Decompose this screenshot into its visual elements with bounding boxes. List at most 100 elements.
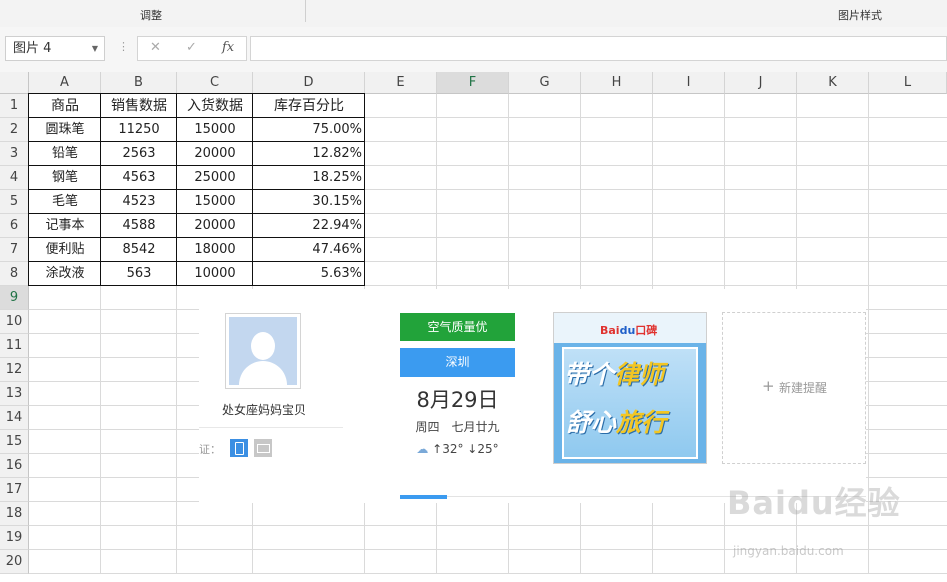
column-header-A[interactable]: A (29, 72, 101, 94)
weather-icon: ☁ (416, 442, 429, 456)
select-all-corner[interactable] (0, 72, 29, 94)
table-cell[interactable]: 12.82% (253, 142, 365, 166)
row-header-3[interactable]: 3 (0, 142, 29, 166)
dropdown-icon[interactable]: ▼ (92, 37, 98, 60)
ad-logo-prefix: Bai (600, 324, 620, 337)
column-header-I[interactable]: I (653, 72, 725, 94)
fx-icon[interactable]: fx (222, 40, 234, 55)
ad-banner[interactable]: Baidu口碑 带个律师 舒心旅行 (553, 312, 707, 464)
phone-icon[interactable] (230, 439, 248, 457)
watermark-url: jingyan.baidu.com (733, 544, 844, 558)
row-header-8[interactable]: 8 (0, 262, 29, 286)
table-border (29, 189, 365, 190)
table-cell[interactable]: 10000 (177, 262, 253, 286)
column-header-F[interactable]: F (437, 72, 509, 94)
table-header-cell[interactable]: 库存百分比 (253, 94, 365, 118)
table-cell[interactable]: 11250 (101, 118, 177, 142)
table-header-cell[interactable]: 商品 (29, 94, 101, 118)
table-cell[interactable]: 5.63% (253, 262, 365, 286)
row-header-18[interactable]: 18 (0, 502, 29, 526)
column-header-G[interactable]: G (509, 72, 581, 94)
row-header-14[interactable]: 14 (0, 406, 29, 430)
watermark-logo: Baidu经验 (727, 484, 901, 522)
column-header-D[interactable]: D (253, 72, 365, 94)
table-cell[interactable]: 18.25% (253, 166, 365, 190)
table-border (28, 93, 29, 286)
row-header-11[interactable]: 11 (0, 334, 29, 358)
column-header-K[interactable]: K (797, 72, 869, 94)
table-cell[interactable]: 47.46% (253, 238, 365, 262)
row-header-7[interactable]: 7 (0, 238, 29, 262)
ad-line-2: 舒心旅行 (566, 403, 666, 439)
plus-icon: + (762, 377, 775, 395)
table-cell[interactable]: 便利贴 (29, 238, 101, 262)
table-border (29, 117, 365, 118)
table-cell[interactable]: 20000 (177, 214, 253, 238)
row-header-9[interactable]: 9 (0, 286, 29, 310)
table-header-cell[interactable]: 销售数据 (101, 94, 177, 118)
cancel-icon[interactable]: ✕ (150, 40, 161, 55)
weekday-lunar-label: 周四 七月廿九 (415, 420, 500, 434)
name-box-value: 图片 4 (13, 41, 52, 56)
row-header-15[interactable]: 15 (0, 430, 29, 454)
column-header-C[interactable]: C (177, 72, 253, 94)
table-cell[interactable]: 铅笔 (29, 142, 101, 166)
row-header-13[interactable]: 13 (0, 382, 29, 406)
table-cell[interactable]: 2563 (101, 142, 177, 166)
row-header-16[interactable]: 16 (0, 454, 29, 478)
table-border (29, 285, 365, 286)
row-header-5[interactable]: 5 (0, 190, 29, 214)
more-icon[interactable]: ⋮ (118, 40, 129, 53)
table-cell[interactable]: 4588 (101, 214, 177, 238)
column-header-J[interactable]: J (725, 72, 797, 94)
formula-input[interactable] (250, 36, 947, 61)
table-cell[interactable]: 20000 (177, 142, 253, 166)
table-cell[interactable]: 4563 (101, 166, 177, 190)
row-header-20[interactable]: 20 (0, 550, 29, 574)
table-cell[interactable]: 毛笔 (29, 190, 101, 214)
row-header-17[interactable]: 17 (0, 478, 29, 502)
table-cell[interactable]: 563 (101, 262, 177, 286)
row-header-10[interactable]: 10 (0, 310, 29, 334)
table-cell[interactable]: 75.00% (253, 118, 365, 142)
table-cell[interactable]: 8542 (101, 238, 177, 262)
row-header-4[interactable]: 4 (0, 166, 29, 190)
enter-icon[interactable]: ✓ (186, 40, 197, 55)
row-header-19[interactable]: 19 (0, 526, 29, 550)
table-cell[interactable]: 涂改液 (29, 262, 101, 286)
table-cell[interactable]: 18000 (177, 238, 253, 262)
table-cell[interactable]: 圆珠笔 (29, 118, 101, 142)
verify-label: 证： (199, 443, 221, 456)
ribbon-divider (305, 0, 306, 22)
table-header-cell[interactable]: 入货数据 (177, 94, 253, 118)
temperature-label: ☁ ↑32° ↓25° (400, 442, 515, 456)
table-cell[interactable]: 钢笔 (29, 166, 101, 190)
table-cell[interactable]: 15000 (177, 118, 253, 142)
table-cell[interactable]: 22.94% (253, 214, 365, 238)
new-reminder-label: 新建提醒 (779, 381, 828, 395)
avatar[interactable] (225, 313, 301, 389)
row-header-12[interactable]: 12 (0, 358, 29, 382)
table-border (29, 141, 365, 142)
row-header-2[interactable]: 2 (0, 118, 29, 142)
new-reminder-button[interactable]: + 新建提醒 (722, 312, 866, 464)
table-cell[interactable]: 15000 (177, 190, 253, 214)
mail-icon[interactable] (254, 439, 272, 457)
formula-bar: 图片 4 ▼ ⋮ ✕ ✓ fx (0, 27, 947, 73)
table-cell[interactable]: 30.15% (253, 190, 365, 214)
table-border (29, 93, 365, 94)
ad-logo-suffix: 口碑 (635, 324, 658, 337)
ribbon: 调整 图片样式 (0, 0, 947, 28)
row-header-1[interactable]: 1 (0, 94, 29, 118)
column-header-H[interactable]: H (581, 72, 653, 94)
city-label[interactable]: 深圳 (400, 348, 515, 377)
column-header-E[interactable]: E (365, 72, 437, 94)
table-cell[interactable]: 4523 (101, 190, 177, 214)
row-header-6[interactable]: 6 (0, 214, 29, 238)
column-header-B[interactable]: B (101, 72, 177, 94)
table-cell[interactable]: 25000 (177, 166, 253, 190)
column-header-L[interactable]: L (869, 72, 947, 94)
table-cell[interactable]: 记事本 (29, 214, 101, 238)
name-box[interactable]: 图片 4 ▼ (5, 36, 105, 61)
ribbon-group-picture-style: 图片样式 (838, 9, 882, 22)
